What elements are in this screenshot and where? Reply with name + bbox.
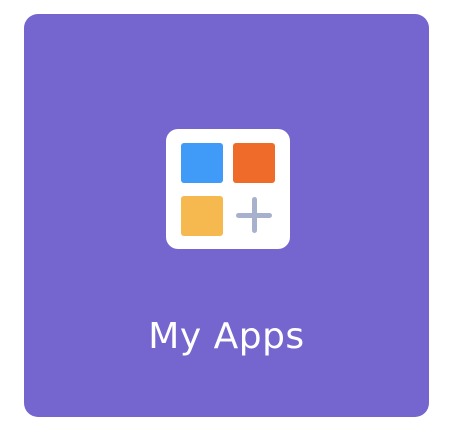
orange-square-icon	[233, 143, 275, 183]
my-apps-tile[interactable]: My Apps	[24, 14, 429, 417]
blue-square-icon	[181, 143, 223, 183]
plus-icon	[234, 195, 276, 237]
tile-label: My Apps	[148, 316, 305, 357]
yellow-square-icon	[181, 196, 223, 236]
plus-vertical-bar	[252, 197, 257, 233]
apps-grid-add-icon	[166, 129, 290, 249]
